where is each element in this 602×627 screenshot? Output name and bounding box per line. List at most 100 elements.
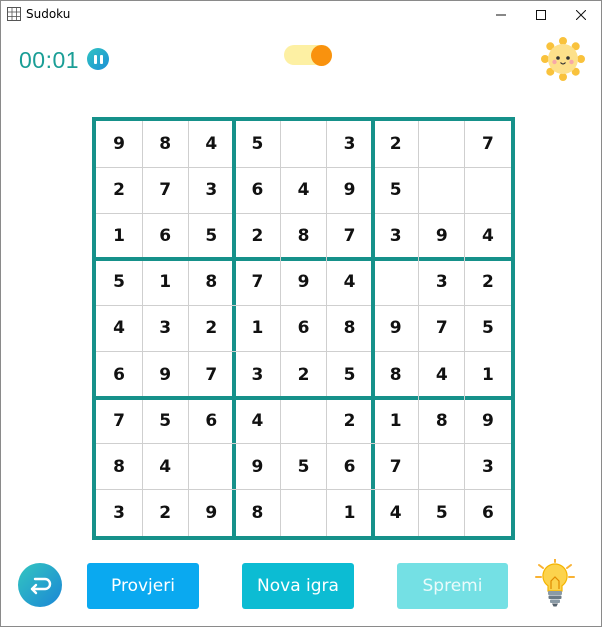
sudoku-cell[interactable]: 3	[419, 259, 465, 305]
sudoku-cell[interactable]: 4	[419, 352, 465, 398]
sudoku-cell[interactable]: 8	[142, 121, 188, 167]
maximize-button[interactable]	[521, 1, 561, 29]
sudoku-cell[interactable]	[280, 490, 326, 536]
sudoku-cell[interactable]	[280, 398, 326, 444]
sudoku-cell[interactable]: 6	[327, 444, 373, 490]
back-button[interactable]	[18, 563, 62, 607]
close-icon	[576, 10, 586, 20]
sudoku-cell[interactable]: 7	[96, 398, 142, 444]
sudoku-cell[interactable]: 5	[327, 352, 373, 398]
sudoku-cell[interactable]	[373, 259, 419, 305]
sudoku-cell[interactable]: 4	[280, 167, 326, 213]
sudoku-cell[interactable]: 7	[373, 444, 419, 490]
sudoku-cell[interactable]: 3	[142, 305, 188, 351]
sudoku-cell[interactable]: 5	[188, 213, 234, 259]
sudoku-cell[interactable]: 6	[234, 167, 280, 213]
title-bar[interactable]: Sudoku	[1, 1, 601, 29]
sudoku-cell[interactable]: 8	[419, 398, 465, 444]
sudoku-cell[interactable]: 2	[327, 398, 373, 444]
sudoku-app-icon	[7, 7, 21, 21]
sudoku-cell[interactable]: 7	[234, 259, 280, 305]
minimize-button[interactable]	[481, 1, 521, 29]
sudoku-cell[interactable]: 9	[234, 444, 280, 490]
minimize-icon	[496, 14, 506, 16]
sudoku-cell[interactable]: 3	[465, 444, 511, 490]
sudoku-cell[interactable]: 9	[188, 490, 234, 536]
check-button[interactable]: Provjeri	[87, 563, 199, 609]
sudoku-cell[interactable]: 1	[96, 213, 142, 259]
window-title: Sudoku	[26, 7, 71, 21]
sudoku-cell[interactable]	[419, 121, 465, 167]
sudoku-cell[interactable]: 1	[327, 490, 373, 536]
sudoku-cell[interactable]: 4	[373, 490, 419, 536]
pause-button[interactable]	[87, 48, 109, 70]
sudoku-cell[interactable]: 9	[373, 305, 419, 351]
sudoku-cell[interactable]: 5	[142, 398, 188, 444]
sudoku-cell[interactable]: 3	[373, 213, 419, 259]
sudoku-cell[interactable]	[280, 121, 326, 167]
sudoku-cell[interactable]: 6	[280, 305, 326, 351]
sudoku-cell[interactable]: 6	[465, 490, 511, 536]
pause-icon-bar	[99, 54, 103, 64]
sudoku-cell[interactable]: 9	[327, 167, 373, 213]
sudoku-cell[interactable]: 5	[373, 167, 419, 213]
sudoku-cell[interactable]: 8	[234, 490, 280, 536]
sudoku-cell[interactable]: 2	[465, 259, 511, 305]
sudoku-cell[interactable]: 2	[96, 167, 142, 213]
sudoku-cell[interactable]: 5	[419, 490, 465, 536]
sudoku-cell[interactable]: 2	[280, 352, 326, 398]
sudoku-cell[interactable]: 6	[142, 213, 188, 259]
sudoku-cell[interactable]: 4	[465, 213, 511, 259]
sudoku-cell[interactable]: 7	[419, 305, 465, 351]
sudoku-cell[interactable]: 4	[142, 444, 188, 490]
sudoku-cell[interactable]: 2	[188, 305, 234, 351]
sudoku-cell[interactable]: 6	[188, 398, 234, 444]
sudoku-cell[interactable]: 2	[234, 213, 280, 259]
sudoku-cell[interactable]: 9	[465, 398, 511, 444]
theme-toggle[interactable]	[284, 45, 332, 66]
sudoku-cell[interactable]: 1	[142, 259, 188, 305]
sudoku-cell[interactable]	[419, 167, 465, 213]
sudoku-cell[interactable]: 1	[373, 398, 419, 444]
sudoku-cell[interactable]: 8	[96, 444, 142, 490]
sudoku-cell[interactable]: 7	[188, 352, 234, 398]
sudoku-cell[interactable]: 4	[188, 121, 234, 167]
sudoku-cell[interactable]: 2	[142, 490, 188, 536]
sudoku-cell[interactable]: 8	[280, 213, 326, 259]
sudoku-cell[interactable]: 3	[327, 121, 373, 167]
sun-mascot-icon[interactable]	[541, 37, 585, 81]
sudoku-cell[interactable]: 3	[234, 352, 280, 398]
sudoku-cell[interactable]: 3	[188, 167, 234, 213]
sudoku-cell[interactable]: 8	[327, 305, 373, 351]
sudoku-cell[interactable]	[419, 444, 465, 490]
lightbulb-icon[interactable]	[535, 559, 575, 609]
sudoku-cell[interactable]: 9	[96, 121, 142, 167]
sudoku-cell[interactable]	[188, 444, 234, 490]
sudoku-cell[interactable]: 4	[96, 305, 142, 351]
sudoku-cell[interactable]: 5	[465, 305, 511, 351]
sudoku-cell[interactable]: 8	[188, 259, 234, 305]
close-button[interactable]	[561, 1, 601, 29]
sudoku-cell[interactable]: 3	[96, 490, 142, 536]
save-button[interactable]: Spremi	[397, 563, 508, 609]
sudoku-cell[interactable]: 1	[234, 305, 280, 351]
sudoku-cell[interactable]: 9	[280, 259, 326, 305]
sudoku-cell[interactable]: 7	[465, 121, 511, 167]
sudoku-cell[interactable]: 9	[142, 352, 188, 398]
sudoku-cell[interactable]	[465, 167, 511, 213]
sudoku-cell[interactable]: 5	[280, 444, 326, 490]
sudoku-cell[interactable]: 6	[96, 352, 142, 398]
sudoku-cell[interactable]: 1	[465, 352, 511, 398]
app-window: Sudoku 00:01 9845327273649516528739 4 5 …	[0, 0, 602, 627]
sudoku-cell[interactable]: 5	[96, 259, 142, 305]
sudoku-cell[interactable]: 7	[327, 213, 373, 259]
undo-arrow-icon	[30, 577, 52, 595]
sudoku-cell[interactable]: 5	[234, 121, 280, 167]
sudoku-cell[interactable]: 9	[419, 213, 465, 259]
sudoku-cell[interactable]: 4	[327, 259, 373, 305]
new-game-button[interactable]: Nova igra	[242, 563, 354, 609]
sudoku-cell[interactable]: 4	[234, 398, 280, 444]
sudoku-cell[interactable]: 7	[142, 167, 188, 213]
sudoku-cell[interactable]: 8	[373, 352, 419, 398]
sudoku-cell[interactable]: 2	[373, 121, 419, 167]
